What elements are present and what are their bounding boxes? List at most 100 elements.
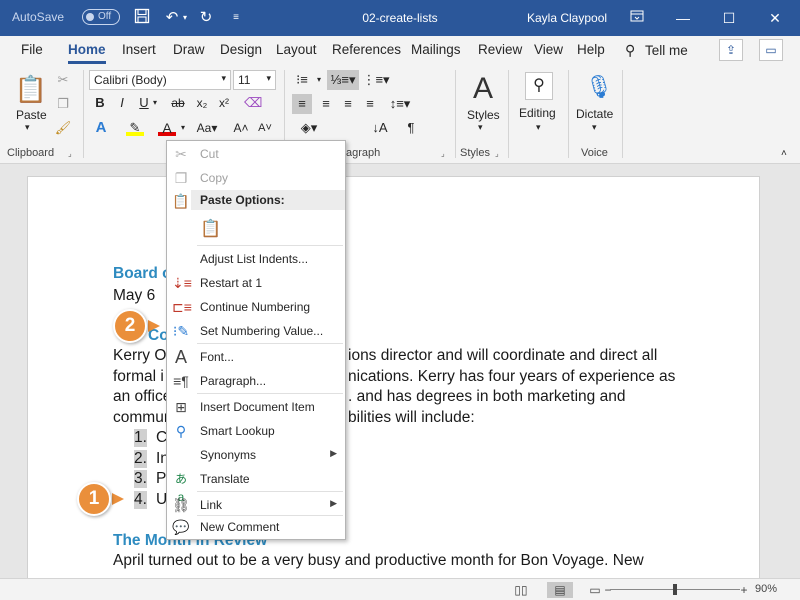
- justify-icon[interactable]: ≡: [360, 94, 380, 114]
- list-number[interactable]: 3.: [134, 470, 147, 488]
- comments-icon[interactable]: ▭: [759, 39, 783, 61]
- menu-item-copy[interactable]: ❐ Copy: [167, 166, 345, 190]
- list-number[interactable]: 2.: [134, 450, 147, 468]
- tab-layout[interactable]: Layout: [276, 42, 317, 57]
- styles-launcher-icon[interactable]: ⌟: [495, 149, 499, 158]
- autosave-toggle[interactable]: Off: [82, 9, 120, 25]
- tell-me-search[interactable]: ⚲ Tell me: [625, 42, 688, 59]
- ribbon-display-icon[interactable]: [614, 0, 660, 36]
- list-number[interactable]: 4.: [134, 491, 147, 509]
- menu-item-synonyms[interactable]: Synonyms ▶: [167, 443, 345, 467]
- zoom-level[interactable]: 90%: [755, 583, 777, 595]
- collapse-ribbon-icon[interactable]: ˄: [781, 148, 787, 159]
- grow-font-icon[interactable]: A˄: [232, 118, 250, 138]
- zoom-slider-thumb[interactable]: [673, 584, 677, 595]
- text-effects-icon[interactable]: A: [92, 118, 110, 138]
- change-case-icon[interactable]: Aa▾: [194, 118, 220, 138]
- tab-review[interactable]: Review: [478, 42, 522, 57]
- sort-icon[interactable]: ↓A: [371, 118, 389, 138]
- undo-icon[interactable]: ↶: [162, 8, 182, 28]
- editing-dropdown-icon[interactable]: ▾: [536, 122, 541, 133]
- shrink-font-icon[interactable]: A˅: [256, 118, 274, 138]
- paste-label[interactable]: Paste: [16, 108, 47, 122]
- tab-file[interactable]: File: [21, 42, 43, 57]
- menu-item-continue-numbering[interactable]: ⊏≡ Continue Numbering: [167, 295, 345, 319]
- font-color-dropdown-icon[interactable]: ▾: [178, 118, 188, 138]
- center-icon[interactable]: ≡: [316, 94, 336, 114]
- highlight-icon[interactable]: ✎: [126, 118, 144, 136]
- styles-dropdown-icon[interactable]: ▾: [478, 122, 483, 133]
- bullets-dropdown-icon[interactable]: ▾: [314, 70, 324, 90]
- tab-draw[interactable]: Draw: [173, 42, 205, 57]
- menu-item-restart-at-1[interactable]: ⇣≡ Restart at 1: [167, 271, 345, 295]
- close-icon[interactable]: ✕: [752, 0, 798, 36]
- tab-references[interactable]: References: [332, 42, 401, 57]
- italic-button[interactable]: I: [114, 93, 130, 113]
- clear-formatting-icon[interactable]: ⌫: [244, 93, 262, 113]
- zoom-in-icon[interactable]: +: [739, 582, 749, 598]
- menu-item-link[interactable]: ⛓ Link ▶: [167, 493, 345, 517]
- redo-icon[interactable]: ↻: [196, 8, 216, 28]
- set-numbering-value-icon: ⁝✎: [172, 323, 190, 339]
- font-size-combo[interactable]: 11 ▾: [233, 70, 276, 90]
- print-layout-icon[interactable]: ▤: [547, 582, 573, 598]
- copy-icon[interactable]: ❐: [54, 94, 72, 114]
- show-formatting-icon[interactable]: ¶: [402, 118, 420, 138]
- menu-item-adjust-list-indents[interactable]: Adjust List Indents...: [167, 247, 345, 271]
- save-icon[interactable]: [132, 8, 152, 28]
- user-name[interactable]: Kayla Claypool: [527, 11, 607, 25]
- line-spacing-icon[interactable]: ↕≡▾: [386, 94, 414, 114]
- align-left-icon[interactable]: ≡: [292, 94, 312, 114]
- bold-button[interactable]: B: [92, 93, 108, 113]
- numbering-icon[interactable]: ⅓≡▾: [327, 70, 359, 90]
- web-layout-icon[interactable]: ▭: [586, 582, 604, 598]
- bullets-icon[interactable]: ⁝≡: [292, 70, 312, 90]
- search-icon[interactable]: ⚲: [525, 72, 553, 100]
- tab-mailings[interactable]: Mailings: [411, 42, 461, 57]
- tab-design[interactable]: Design: [220, 42, 262, 57]
- minimize-icon[interactable]: —: [660, 0, 706, 36]
- customize-qat-icon[interactable]: ≡: [226, 8, 246, 28]
- shading-icon[interactable]: ◈▾: [294, 118, 324, 138]
- menu-item-smart-lookup[interactable]: ⚲ Smart Lookup: [167, 419, 345, 443]
- format-painter-icon[interactable]: 🖌: [54, 118, 72, 138]
- dictate-label[interactable]: Dictate: [576, 107, 613, 121]
- menu-item-insert-document-item[interactable]: ⊞ Insert Document Item: [167, 395, 345, 419]
- share-icon[interactable]: ⇪: [719, 39, 743, 61]
- paragraph-launcher-icon[interactable]: ⌟: [441, 149, 445, 158]
- paste-dropdown-icon[interactable]: ▾: [25, 122, 30, 133]
- tab-insert[interactable]: Insert: [122, 42, 156, 57]
- undo-dropdown-icon[interactable]: ▾: [180, 8, 190, 28]
- clipboard-launcher-icon[interactable]: ⌟: [68, 149, 72, 158]
- underline-dropdown-icon[interactable]: ▾: [150, 93, 160, 113]
- multilevel-list-icon[interactable]: ⋮≡▾: [362, 70, 390, 90]
- menu-item-new-comment[interactable]: 💬 New Comment: [167, 515, 345, 539]
- menu-item-translate[interactable]: あa Translate: [167, 467, 345, 504]
- zoom-out-icon[interactable]: −: [603, 582, 613, 598]
- font-color-icon[interactable]: A: [158, 118, 176, 136]
- paste-icon[interactable]: 📋: [14, 72, 48, 106]
- maximize-icon[interactable]: ☐: [706, 0, 752, 36]
- dictate-dropdown-icon[interactable]: ▾: [592, 122, 597, 133]
- keep-text-only-paste-icon[interactable]: 📋: [200, 217, 221, 241]
- subscript-button[interactable]: x₂: [193, 93, 211, 113]
- menu-item-font[interactable]: A Font...: [167, 345, 345, 369]
- strikethrough-button[interactable]: ab: [168, 93, 188, 113]
- styles-icon[interactable]: A: [466, 72, 500, 106]
- superscript-button[interactable]: x²: [215, 93, 233, 113]
- styles-button-label[interactable]: Styles: [467, 108, 500, 122]
- cut-icon[interactable]: ✂: [54, 70, 72, 90]
- font-name-combo[interactable]: Calibri (Body) ▾: [89, 70, 231, 90]
- list-number[interactable]: 1.: [134, 429, 147, 447]
- tab-help[interactable]: Help: [577, 42, 605, 57]
- menu-item-paragraph[interactable]: ≡¶ Paragraph...: [167, 369, 345, 393]
- editing-label[interactable]: Editing: [519, 106, 556, 120]
- tab-home[interactable]: Home: [68, 42, 106, 64]
- menu-item-cut[interactable]: ✂ Cut: [167, 142, 345, 166]
- microphone-icon[interactable]: 🎙: [585, 72, 613, 102]
- document-page[interactable]: Board o May 6 Co Kerry Ol formal i an of…: [27, 176, 760, 578]
- align-right-icon[interactable]: ≡: [338, 94, 358, 114]
- tab-view[interactable]: View: [534, 42, 563, 57]
- menu-item-set-numbering-value[interactable]: ⁝✎ Set Numbering Value...: [167, 319, 345, 343]
- read-mode-icon[interactable]: ▯▯: [512, 582, 530, 598]
